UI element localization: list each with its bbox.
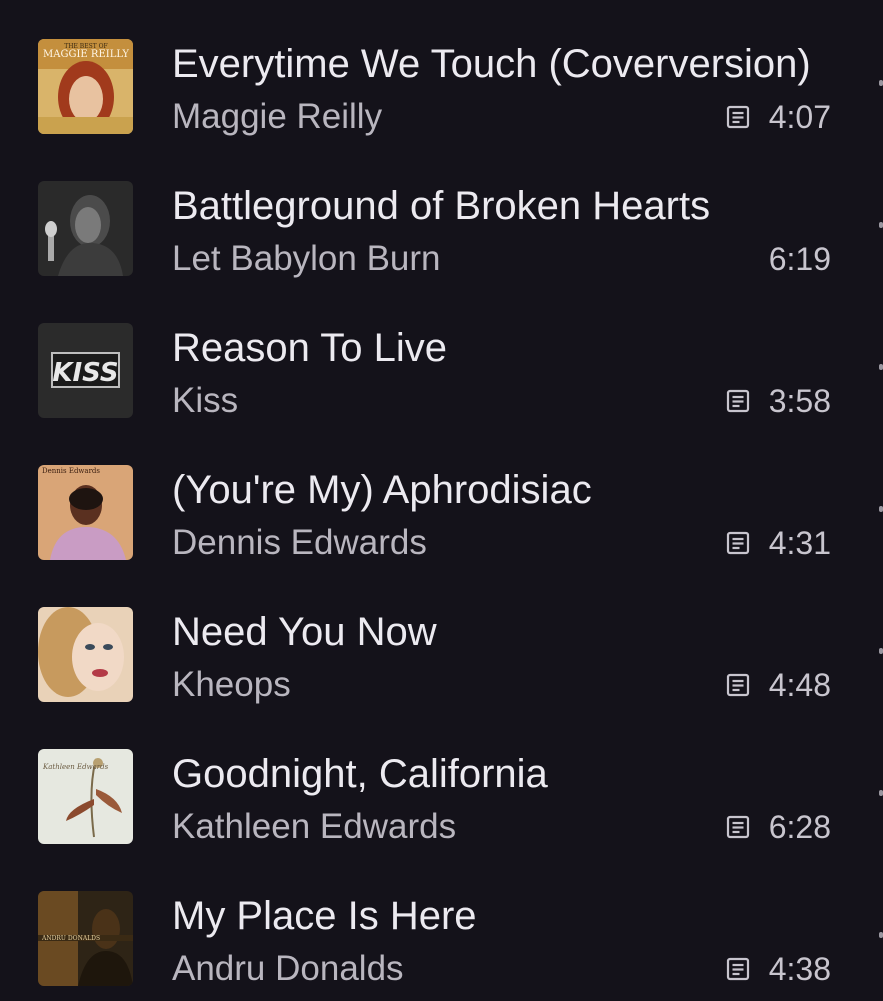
track-title: Battleground of Broken Hearts bbox=[172, 184, 711, 228]
track-meta: 6:19 bbox=[769, 238, 831, 280]
album-art-kiss: KISS bbox=[38, 323, 133, 418]
track-artist: Dennis Edwards bbox=[172, 523, 427, 562]
track-title: Goodnight, California bbox=[172, 752, 548, 796]
lyrics-icon bbox=[726, 531, 749, 555]
track-row[interactable]: KISS Reason To Live Kiss 3:58 bbox=[0, 284, 883, 426]
track-title: Everytime We Touch (Coverversion) bbox=[172, 42, 811, 86]
track-duration: 6:28 bbox=[768, 809, 831, 845]
album-art-kathleen-edwards: Kathleen Edwards bbox=[38, 749, 133, 844]
track-meta: 4:48 bbox=[725, 664, 831, 706]
track-title: Reason To Live bbox=[172, 326, 447, 370]
track-artist: Kathleen Edwards bbox=[172, 807, 457, 846]
svg-text:MAGGIE REILLY: MAGGIE REILLY bbox=[43, 49, 129, 60]
track-duration: 3:58 bbox=[768, 383, 831, 419]
track-row[interactable]: Need You Now Kheops 4:48 bbox=[0, 568, 883, 710]
svg-text:KISS: KISS bbox=[52, 358, 118, 388]
track-title: Need You Now bbox=[172, 610, 437, 654]
track-duration: 4:38 bbox=[768, 951, 831, 987]
album-art-andru-donalds: ANDRU DONALDS bbox=[38, 891, 133, 986]
album-art-kheops bbox=[38, 607, 133, 702]
more-options-icon[interactable] bbox=[879, 364, 883, 370]
track-meta: 3:58 bbox=[725, 380, 831, 422]
track-meta: 4:38 bbox=[725, 948, 831, 990]
more-options-icon[interactable] bbox=[879, 80, 883, 86]
more-options-icon[interactable] bbox=[879, 790, 883, 796]
more-options-icon[interactable] bbox=[879, 648, 883, 654]
lyrics-icon bbox=[726, 105, 749, 129]
track-meta: 4:07 bbox=[725, 96, 831, 138]
more-options-icon[interactable] bbox=[879, 506, 883, 512]
track-artist: Kheops bbox=[172, 665, 291, 704]
svg-text:Kathleen Edwards: Kathleen Edwards bbox=[42, 763, 109, 771]
track-artist: Andru Donalds bbox=[172, 949, 404, 988]
track-duration: 4:07 bbox=[768, 99, 831, 135]
track-duration: 4:31 bbox=[768, 525, 831, 561]
svg-text:ANDRU DONALDS: ANDRU DONALDS bbox=[41, 935, 100, 942]
track-artist: Kiss bbox=[172, 381, 239, 420]
track-title: (You're My) Aphrodisiac bbox=[172, 468, 592, 512]
track-row[interactable]: THE BEST OF MAGGIE REILLY Everytime We T… bbox=[0, 0, 883, 142]
track-row[interactable]: Kathleen Edwards Goodnight, California K… bbox=[0, 710, 883, 852]
lyrics-icon bbox=[726, 389, 749, 413]
track-artist: Let Babylon Burn bbox=[172, 239, 441, 278]
track-duration: 4:48 bbox=[768, 667, 831, 703]
more-options-icon[interactable] bbox=[879, 932, 883, 938]
track-meta: 6:28 bbox=[725, 806, 831, 848]
lyrics-icon bbox=[726, 957, 749, 981]
track-row[interactable]: ANDRU DONALDS My Place Is Here Andru Don… bbox=[0, 852, 883, 994]
track-row[interactable]: Dennis Edwards (You're My) Aphrodisiac D… bbox=[0, 426, 883, 568]
album-art-let-babylon-burn bbox=[38, 181, 133, 276]
more-options-icon[interactable] bbox=[879, 222, 883, 228]
track-row[interactable]: Battleground of Broken Hearts Let Babylo… bbox=[0, 142, 883, 284]
album-art-dennis-edwards: Dennis Edwards bbox=[38, 465, 133, 560]
track-duration: 6:19 bbox=[768, 241, 831, 277]
lyrics-icon bbox=[726, 673, 749, 697]
lyrics-icon bbox=[726, 815, 749, 839]
track-title: My Place Is Here bbox=[172, 894, 477, 938]
track-list: THE BEST OF MAGGIE REILLY Everytime We T… bbox=[0, 0, 883, 1001]
track-artist: Maggie Reilly bbox=[172, 97, 383, 136]
album-art-maggie-reilly: THE BEST OF MAGGIE REILLY bbox=[38, 39, 133, 134]
track-meta: 4:31 bbox=[725, 522, 831, 564]
svg-text:Dennis Edwards: Dennis Edwards bbox=[42, 467, 100, 475]
